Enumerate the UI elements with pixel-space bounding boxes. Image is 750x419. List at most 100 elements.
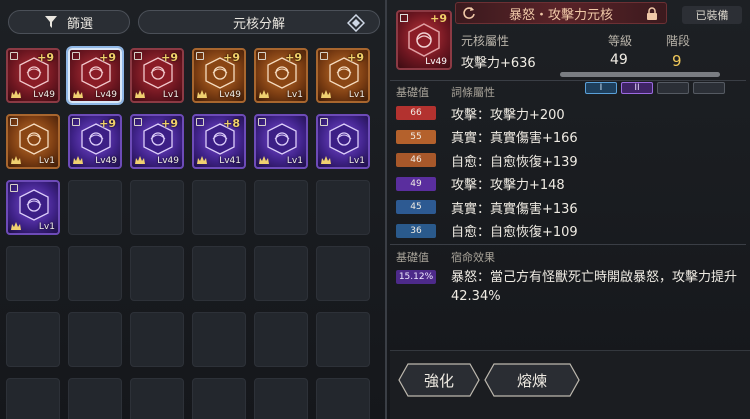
item-level: Lv1	[162, 90, 179, 100]
core-emblem-icon	[267, 123, 297, 155]
item-plus: +9	[161, 51, 178, 64]
fate-badge: 15.12%	[396, 270, 436, 284]
decompose-button[interactable]: 元核分解	[138, 10, 380, 34]
affix-row: 36 自愈：自愈恢復+109	[396, 222, 578, 240]
affix-text: 攻擊：攻擊力+200	[451, 107, 565, 123]
core-item[interactable]: +9 Lv1	[130, 48, 184, 103]
divider	[390, 80, 746, 81]
empty-slot[interactable]	[192, 378, 246, 419]
item-plus: +9	[99, 117, 116, 130]
affix-base-badge: 55	[396, 129, 436, 144]
item-level: Lv41	[219, 156, 241, 166]
empty-slot[interactable]	[130, 246, 184, 301]
item-level: Lv49	[157, 156, 179, 166]
core-item[interactable]: +9 Lv49	[130, 114, 184, 169]
empty-slot[interactable]	[6, 312, 60, 367]
base-value-label: 基礎值	[396, 86, 429, 99]
stage-header: 階段	[666, 34, 691, 48]
item-plus: +9	[161, 117, 178, 130]
empty-slot[interactable]	[130, 378, 184, 419]
item-plus: +9	[347, 51, 364, 64]
empty-slot[interactable]	[254, 378, 308, 419]
item-level: Lv1	[348, 90, 365, 100]
empty-slot[interactable]	[192, 180, 246, 235]
affix-base-badge: 66	[396, 106, 436, 120]
crown-icon	[321, 156, 331, 164]
empty-slot[interactable]	[316, 246, 370, 301]
smelt-label: 熔煉	[516, 371, 547, 390]
empty-slot[interactable]	[68, 180, 122, 235]
empty-slot[interactable]	[130, 312, 184, 367]
stage-pip: I	[585, 82, 617, 94]
core-item[interactable]: Lv1	[6, 114, 60, 169]
crown-icon	[259, 90, 269, 98]
core-item[interactable]: +9 Lv1	[316, 48, 370, 103]
empty-slot[interactable]	[316, 378, 370, 419]
stage-pip	[693, 82, 725, 94]
smelt-button[interactable]: 熔煉	[484, 363, 580, 397]
empty-slot[interactable]	[254, 312, 308, 367]
empty-slot[interactable]	[316, 312, 370, 367]
empty-slot[interactable]	[254, 246, 308, 301]
core-emblem-icon	[329, 123, 359, 155]
empty-slot[interactable]	[68, 312, 122, 367]
empty-slot[interactable]	[316, 180, 370, 235]
affix-label: 詞條屬性	[451, 86, 495, 99]
affix-base-badge: 36	[396, 223, 436, 238]
affix-text: 真實：真實傷害+166	[451, 131, 578, 146]
core-emblem-icon	[19, 189, 49, 221]
empty-slot[interactable]	[6, 246, 60, 301]
level-value: 49	[610, 52, 628, 68]
enhance-button[interactable]: 強化	[398, 363, 480, 397]
filter-button[interactable]: 篩選	[8, 10, 130, 34]
stage-value: 9	[672, 52, 682, 70]
item-level: Lv1	[286, 90, 303, 100]
refresh-icon[interactable]	[462, 6, 476, 20]
fate-text: 暴怒：當己方有怪獸死亡時開啟暴怒，攻擊力提升42.34%	[451, 270, 738, 304]
enhance-label: 強化	[423, 371, 454, 390]
item-level: Lv1	[286, 156, 303, 166]
core-item[interactable]: Lv1	[6, 180, 60, 235]
affix-base-badge: 49	[396, 176, 436, 191]
empty-slot[interactable]	[130, 180, 184, 235]
item-plus: +8	[223, 117, 240, 130]
core-item[interactable]: Lv1	[316, 114, 370, 169]
action-bar: 強化 熔煉	[390, 350, 750, 419]
affix-text: 攻擊：攻擊力+148	[451, 178, 565, 193]
core-item[interactable]: +9 Lv49	[68, 48, 122, 103]
empty-slot[interactable]	[6, 378, 60, 419]
core-item[interactable]: Lv1	[254, 114, 308, 169]
affix-row: 46 自愈：自愈恢復+139	[396, 151, 578, 170]
core-item[interactable]: +9 Lv49	[68, 114, 122, 169]
core-emblem-icon	[19, 123, 49, 155]
empty-slot[interactable]	[192, 246, 246, 301]
selected-item-icon: +9 Lv49	[396, 10, 452, 70]
affix-base-badge: 45	[396, 200, 436, 214]
core-item[interactable]: +9 Lv1	[254, 48, 308, 103]
core-item[interactable]: +9 Lv49	[192, 48, 246, 103]
core-emblem-icon	[408, 23, 440, 57]
affix-text: 自愈：自愈恢復+139	[451, 154, 578, 170]
game-screen: 篩選 元核分解 +9 Lv49 +9 Lv49 +9 Lv1 +9 Lv49 +9 Lv1 +9 Lv…	[0, 0, 750, 419]
empty-slot[interactable]	[254, 180, 308, 235]
empty-slot[interactable]	[192, 312, 246, 367]
affix-row: 55 真實：真實傷害+166	[396, 128, 578, 146]
affix-row: 45 真實：真實傷害+136	[396, 198, 578, 217]
core-item[interactable]: +8 Lv41	[192, 114, 246, 169]
lock-toggle-icon[interactable]	[646, 7, 658, 20]
crown-icon	[135, 90, 145, 98]
affix-base-badge: 46	[396, 153, 436, 167]
level-progress-bar	[560, 72, 720, 77]
crown-icon	[259, 156, 269, 164]
empty-slot[interactable]	[68, 246, 122, 301]
affix-row: 66 攻擊：攻擊力+200	[396, 104, 565, 123]
core-item[interactable]: +9 Lv49	[6, 48, 60, 103]
item-plus: +9	[285, 51, 302, 64]
level-header: 等級	[608, 34, 633, 48]
item-plus: +9	[37, 51, 54, 64]
core-attr-value: 攻擊力+636	[461, 56, 536, 71]
divider	[390, 244, 746, 245]
equipped-badge: 已裝備	[682, 6, 742, 24]
core-attr-header: 元核屬性	[461, 34, 510, 48]
empty-slot[interactable]	[68, 378, 122, 419]
